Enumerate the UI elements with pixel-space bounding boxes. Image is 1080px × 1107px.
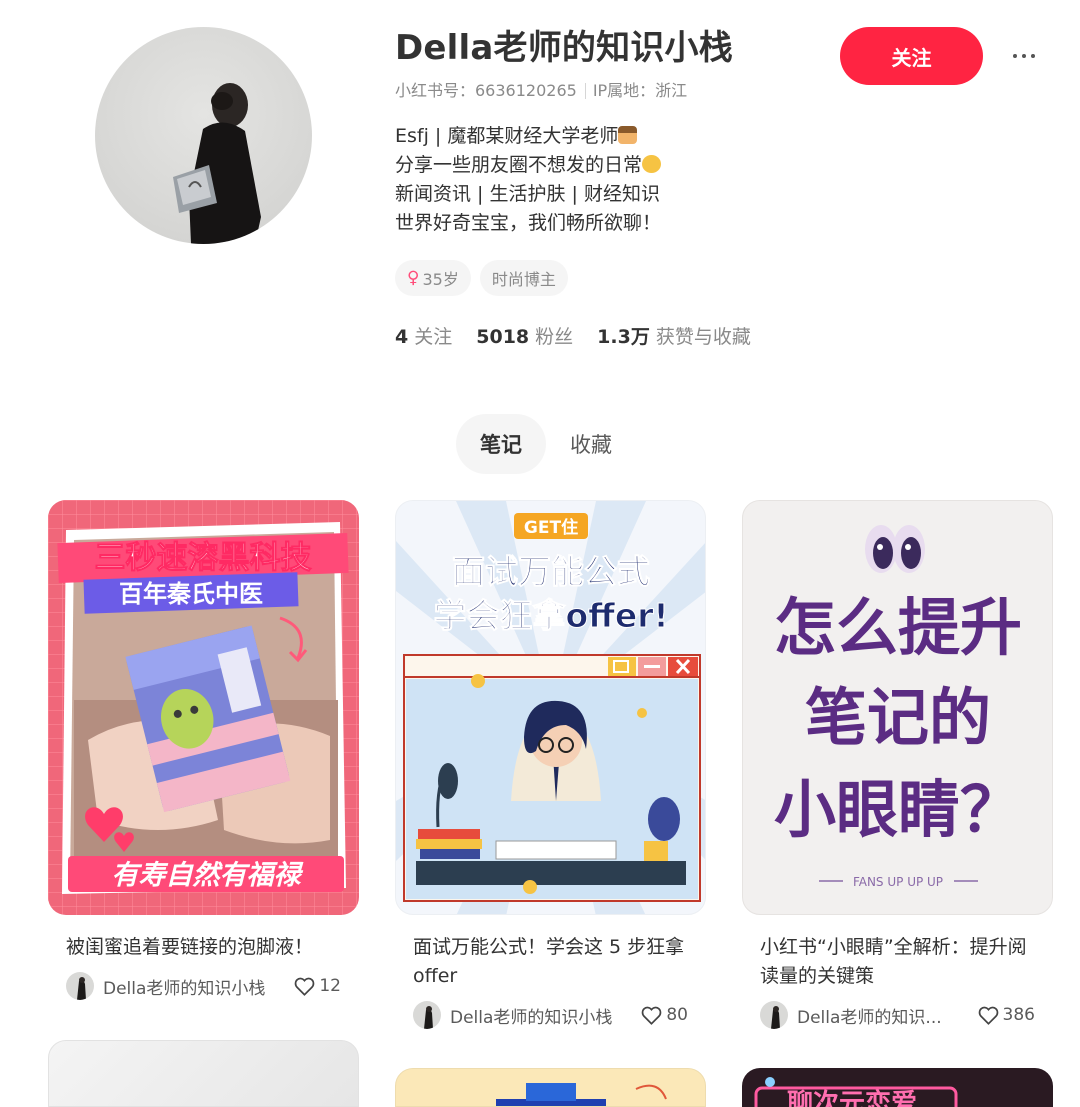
note-cover-image[interactable]: GET住 面试万能公式 学会狂拿offer! [395,500,706,915]
author-name[interactable]: Della老师的知识... [797,1003,970,1028]
age-tag: ♀ 35岁 [395,260,471,296]
note-meta: Della老师的知识小栈 80 [395,1001,706,1029]
cover-text-line2: 学会狂拿offer! [433,596,668,635]
heart-icon [978,1006,998,1025]
bio-line: 分享一些朋友圈不想发的日常 [395,151,835,180]
likes-collects-stat: 1.3万 获赞与收藏 [597,322,751,349]
bio-line-text: 分享一些朋友圈不想发的日常 [395,154,643,176]
teacher-emoji-icon [618,126,638,144]
like-button[interactable]: 80 [641,1005,688,1025]
stat-label: 粉丝 [535,326,574,348]
note-meta: Della老师的知识小栈 12 [48,972,359,1000]
thinking-emoji-icon [642,155,662,173]
note-cover-image[interactable] [48,1040,359,1107]
profile-avatar[interactable] [95,27,312,244]
cover-illustration [496,1083,667,1106]
profile-nickname: Della老师的知识小栈 [395,28,733,68]
like-count: 386 [1002,1005,1035,1025]
note-title[interactable]: 被闺蜜追着要链接的泡脚液！ [48,933,359,962]
author-name[interactable]: Della老师的知识小栈 [103,974,286,999]
cover-badge: GET住 [524,517,578,538]
following-stat[interactable]: 4 关注 [395,322,452,349]
note-card[interactable]: GET住 面试万能公式 学会狂拿offer! 面试万能公式！学会这 5 步狂拿 … [395,500,706,1029]
cover-footer: FANS UP UP UP [853,875,943,889]
tab-collections[interactable]: 收藏 [546,414,636,474]
bio-line-text: Esfj | 魔都某财经大学老师 [395,125,619,147]
stat-number: 4 [395,326,409,348]
cover-text-line3: 小眼睛？ [774,773,1022,846]
more-options-icon[interactable] [1004,40,1044,72]
female-icon: ♀ [407,268,420,288]
note-cover-image[interactable]: 怎么提升 笔记的 小眼睛？ FANS UP UP UP [742,500,1053,915]
note-title[interactable]: 面试万能公式！学会这 5 步狂拿 offer [395,933,706,991]
cover-illustration: 三秒速溶黑科技 百年秦氏中医 有寿自然有福禄 [48,500,359,915]
profile-tags: ♀ 35岁 时尚博主 [395,260,835,296]
note-card[interactable]: 三秒速溶黑科技 百年秦氏中医 有寿自然有福禄 被闺蜜追着要链接的泡脚液！ Del… [48,500,359,1000]
cover-illustration: 怎么提升 笔记的 小眼睛？ FANS UP UP UP [774,525,1022,889]
note-cover-image[interactable]: 三秒速溶黑科技 百年秦氏中医 有寿自然有福禄 [48,500,359,915]
eyes-emoji-icon [865,525,925,573]
bio-line: 世界好奇宝宝，我们畅所欲聊！ [395,212,662,234]
stat-number: 1.3万 [597,326,650,348]
stat-label: 获赞与收藏 [655,326,751,348]
ip-location: IP属地：浙江 [592,81,688,100]
note-cover-image[interactable] [395,1068,706,1107]
profile-info: Della老师的知识小栈 小红书号：6636120265 IP属地：浙江 Esf… [395,28,835,349]
cover-text-line2: 百年秦氏中医 [119,580,263,608]
note-meta: Della老师的知识... 386 [742,1001,1053,1029]
note-cover-image[interactable]: 聊次元恋爱 [742,1068,1053,1107]
like-button[interactable]: 386 [978,1005,1035,1025]
followers-stat[interactable]: 5018 粉丝 [476,322,573,349]
follow-button[interactable]: 关注 [840,27,983,85]
cover-illustration: GET住 面试万能公式 学会狂拿offer! [396,501,705,914]
author-avatar[interactable] [760,1001,788,1029]
profile-ids: 小红书号：6636120265 IP属地：浙江 [395,80,835,102]
tab-notes[interactable]: 笔记 [456,414,546,474]
cover-text-line1: 三秒速溶黑科技 [95,540,312,576]
cover-text-line2: 笔记的 [805,681,991,754]
age-text: 35岁 [422,270,459,289]
author-avatar[interactable] [413,1001,441,1029]
author-name[interactable]: Della老师的知识小栈 [450,1003,633,1028]
like-count: 12 [319,976,341,996]
cover-text-bottom: 有寿自然有福禄 [112,860,304,891]
cover-text-line1: 怎么提升 [774,591,1022,664]
profile-stats: 4 关注 5018 粉丝 1.3万 获赞与收藏 [395,322,835,349]
id-divider [584,83,586,99]
note-card[interactable]: 怎么提升 笔记的 小眼睛？ FANS UP UP UP 小红书“小眼睛”全解析：… [742,500,1053,1029]
heart-icon [642,1006,662,1025]
bio-line: 新闻资讯 | 生活护肤 | 财经知识 [395,183,660,205]
stat-label: 关注 [414,326,453,348]
author-avatar[interactable] [66,972,94,1000]
profile-bio: Esfj | 魔都某财经大学老师 分享一些朋友圈不想发的日常 新闻资讯 | 生活… [395,122,835,238]
profile-tabs: 笔记 收藏 [456,414,636,474]
note-title[interactable]: 小红书“小眼睛”全解析：提升阅读量的关键策 [742,933,1053,991]
avatar-photo [173,83,261,244]
like-count: 80 [666,1005,688,1025]
stat-number: 5018 [476,326,530,348]
bio-line: Esfj | 魔都某财经大学老师 [395,122,835,151]
cover-illustration: 聊次元恋爱 [754,1077,958,1107]
heart-icon [295,977,315,996]
cover-text-line1: 聊次元恋爱 [787,1088,917,1107]
like-button[interactable]: 12 [294,976,341,996]
category-tag: 时尚博主 [479,260,568,296]
red-id: 小红书号：6636120265 [395,81,577,100]
cover-text-line1: 面试万能公式 [452,552,650,591]
